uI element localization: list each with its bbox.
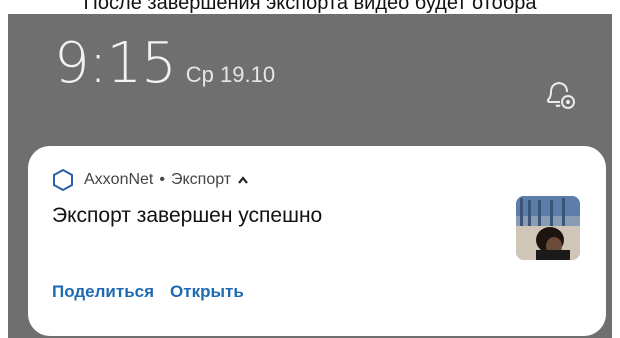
clock-date: Ср 19.10 (185, 62, 276, 87)
lockscreen: 9:15 Ср 19.10 AxxonNet • Экспорт Экспорт… (8, 14, 612, 338)
notification-title: Экспорт завершен успешно (52, 204, 323, 227)
caption-text: После завершения экспорта видео будет от… (83, 0, 537, 14)
app-hexagon-icon (53, 168, 73, 192)
app-name: AxxonNet (84, 171, 154, 188)
clock-row: 9:15 Ср 19.10 (54, 36, 275, 92)
notification-actions: Поделиться Открыть (52, 282, 244, 302)
notification-channel: Экспорт (170, 171, 232, 188)
gear-icon[interactable] (542, 76, 578, 112)
video-thumbnail[interactable] (516, 196, 580, 260)
share-button[interactable]: Поделиться (52, 282, 154, 302)
open-button[interactable]: Открыть (170, 282, 244, 302)
header-separator: • (159, 171, 165, 188)
notification-header: AxxonNet • Экспорт (52, 168, 249, 192)
chevron-up-icon[interactable] (237, 175, 249, 185)
clock-time: 9:15 (54, 31, 177, 96)
notification-card[interactable]: AxxonNet • Экспорт Экспорт завершен успе… (28, 146, 606, 336)
